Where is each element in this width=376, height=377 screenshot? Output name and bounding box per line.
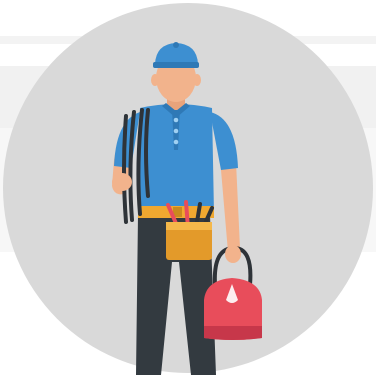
right-hand xyxy=(225,245,241,263)
left-ear xyxy=(151,74,159,86)
shirt-button xyxy=(173,128,179,134)
shirt-button xyxy=(173,117,179,123)
canvas xyxy=(0,0,376,377)
worker-illustration xyxy=(3,3,373,375)
right-ear xyxy=(193,74,201,86)
shirt-button xyxy=(173,139,179,145)
left-hand xyxy=(112,173,132,191)
